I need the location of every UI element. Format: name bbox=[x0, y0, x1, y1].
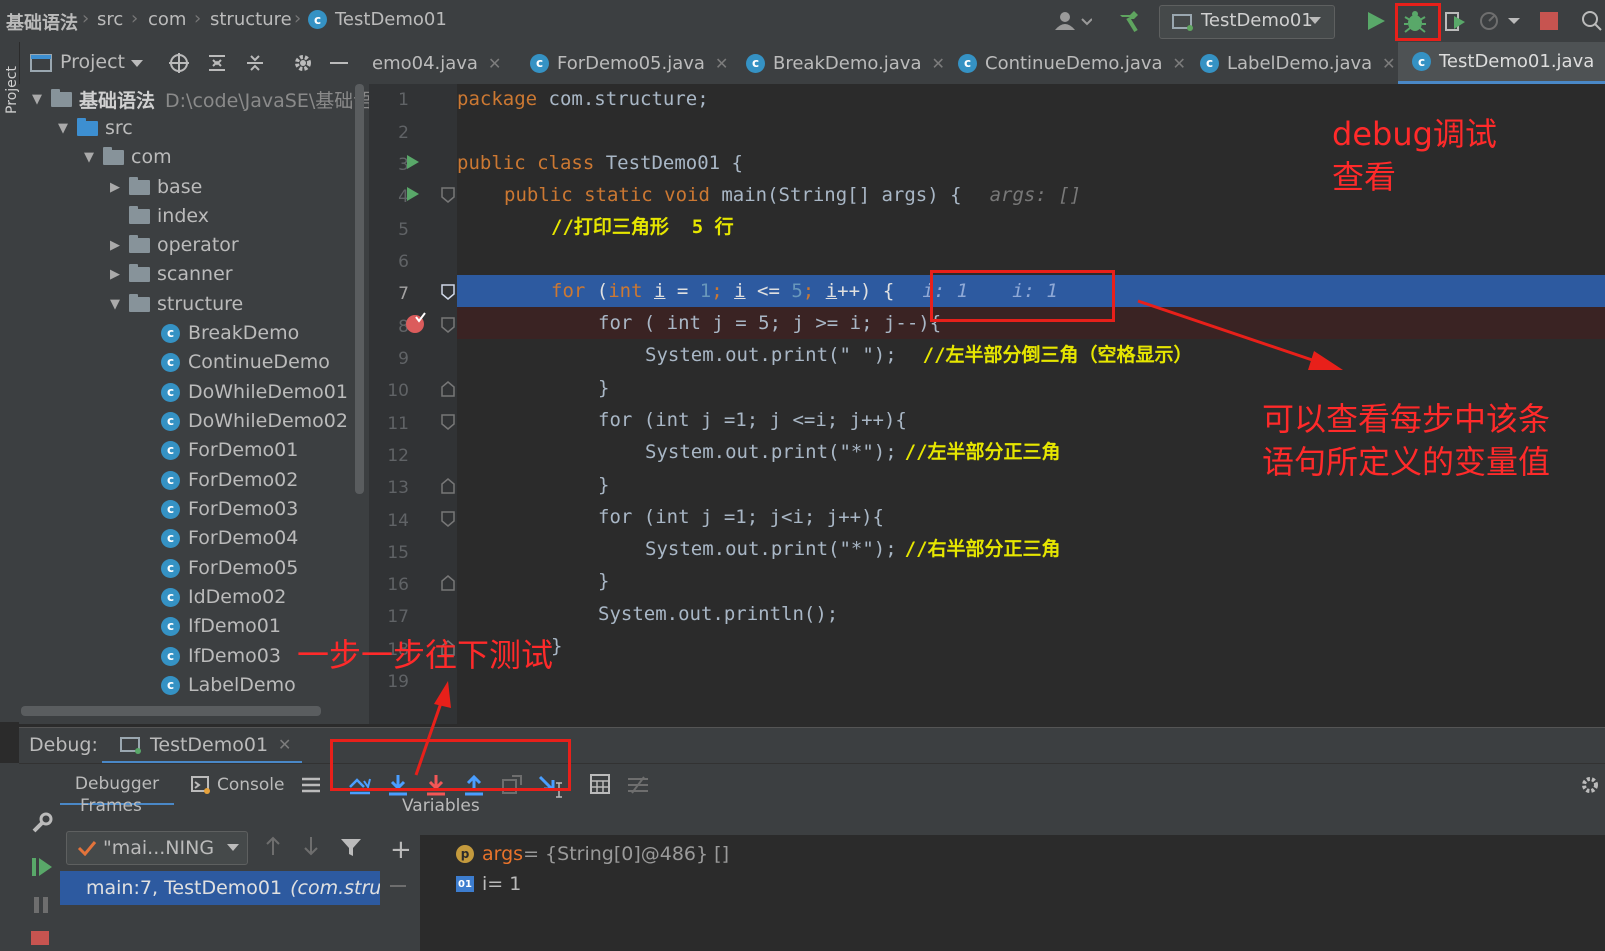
annotation-arrows bbox=[414, 299, 1343, 776]
